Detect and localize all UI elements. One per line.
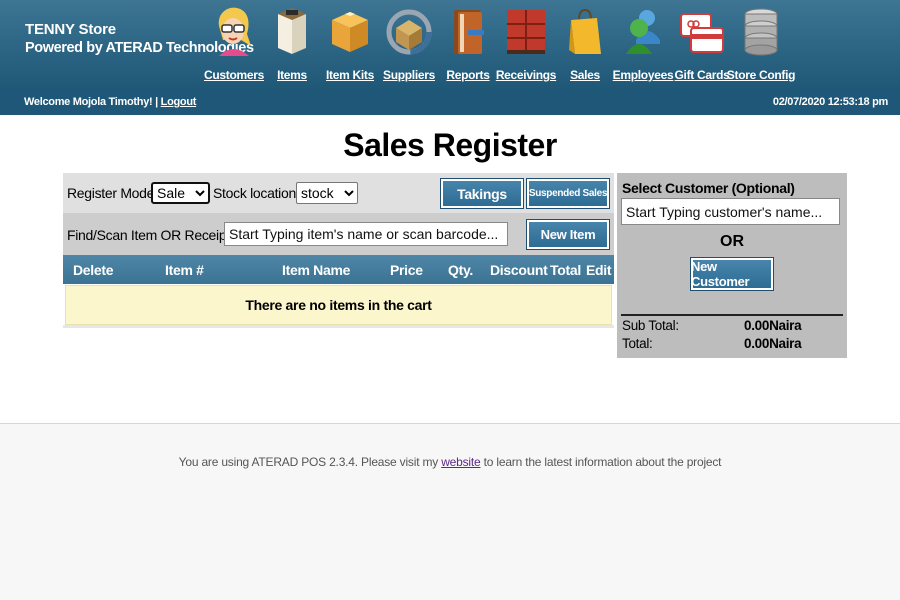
subtotal-value: 0.00Naira	[744, 318, 802, 333]
nav-label: Reports	[446, 68, 490, 82]
total-value: 0.00Naira	[744, 336, 802, 351]
column-header-total: Total	[550, 262, 581, 278]
receivings-icon	[503, 4, 549, 58]
footer-divider	[0, 423, 900, 424]
nav-label: Items	[277, 68, 307, 82]
register-mode-label: Register Mode	[67, 185, 155, 201]
employees-icon	[620, 4, 666, 58]
subtotal-label: Sub Total:	[622, 318, 679, 333]
page-title: Sales Register	[343, 127, 557, 163]
column-header-discount: Discount	[490, 262, 548, 278]
register-panel: Register Mode Sale Stock location stock …	[63, 173, 614, 328]
column-header-item-number: Item #	[165, 262, 204, 278]
nav-label: Gift Cards	[674, 68, 730, 82]
find-item-label: Find/Scan Item OR Receipt	[67, 227, 230, 243]
footer-text-prefix: You are using ATERAD POS 2.3.4. Please v…	[178, 455, 442, 469]
nav-label: Item Kits	[326, 68, 374, 82]
new-customer-button[interactable]: New Customer	[690, 257, 774, 291]
column-header-price: Price	[390, 262, 423, 278]
find-item-row: Find/Scan Item OR Receipt New Item	[63, 213, 614, 255]
totals-divider	[621, 314, 843, 316]
item-kits-icon	[327, 4, 373, 58]
gift-cards-icon	[679, 4, 725, 58]
cart-table-header: Delete Item # Item Name Price Qty. Disco…	[63, 255, 614, 284]
nav-sales[interactable]: Sales	[566, 4, 604, 86]
nav-label: Suppliers	[383, 68, 435, 82]
column-header-delete: Delete	[73, 262, 114, 278]
nav-suppliers[interactable]: Suppliers	[383, 4, 435, 86]
footer-text-suffix: to learn the latest information about th…	[480, 455, 722, 469]
nav-gift-cards[interactable]: Gift Cards	[675, 4, 730, 86]
website-link[interactable]: website	[441, 455, 480, 469]
nav-label: Customers	[204, 68, 264, 82]
or-separator: OR	[720, 233, 744, 250]
nav-customers[interactable]: Customers	[204, 4, 264, 86]
nav-store-config[interactable]: Store Config	[727, 4, 796, 86]
cart-empty-message: There are no items in the cart	[65, 285, 612, 325]
nav-label: Employees	[612, 68, 674, 82]
column-header-item-name: Item Name	[282, 262, 351, 278]
main-content: Sales Register Register Mode Sale Stock …	[0, 115, 900, 423]
current-datetime: 02/07/2020 12:53:18 pm	[772, 96, 888, 108]
customers-icon	[211, 4, 257, 58]
total-label: Total:	[622, 336, 653, 351]
register-mode-select[interactable]: Sale	[151, 182, 210, 204]
welcome-message: Welcome Mojola Timothy! | Logout	[24, 96, 196, 108]
nav-label: Sales	[570, 68, 600, 82]
suspended-sales-button[interactable]: Suspended Sales	[526, 178, 610, 209]
reports-icon	[445, 4, 491, 58]
column-header-qty: Qty.	[448, 262, 473, 278]
new-item-button[interactable]: New Item	[526, 219, 610, 250]
column-header-edit: Edit	[586, 262, 612, 278]
nav-label: Receivings	[495, 68, 557, 82]
stock-location-label: Stock location	[213, 185, 296, 201]
customer-search-input[interactable]	[621, 198, 840, 225]
welcome-text: Welcome Mojola Timothy! |	[24, 96, 161, 108]
footer: You are using ATERAD POS 2.3.4. Please v…	[0, 455, 900, 469]
takings-button[interactable]: Takings	[440, 178, 524, 209]
nav-label: Store Config	[726, 68, 796, 82]
store-name: TENNY Store	[25, 21, 116, 38]
nav-items[interactable]: Items	[272, 4, 312, 86]
item-search-input[interactable]	[224, 222, 508, 246]
store-config-icon	[738, 4, 784, 58]
nav-receivings[interactable]: Receivings	[496, 4, 556, 86]
items-icon	[269, 4, 315, 58]
nav-employees[interactable]: Employees	[613, 4, 674, 86]
register-mode-row: Register Mode Sale Stock location stock …	[63, 173, 614, 213]
logout-link[interactable]: Logout	[161, 96, 197, 108]
nav-reports[interactable]: Reports	[445, 4, 491, 86]
stock-location-select[interactable]: stock	[296, 182, 358, 204]
suppliers-icon	[386, 4, 432, 58]
sales-icon	[562, 4, 608, 58]
customer-panel: Select Customer (Optional) OR New Custom…	[617, 173, 847, 358]
welcome-bar: Welcome Mojola Timothy! | Logout 02/07/2…	[0, 90, 900, 115]
app-header: TENNY Store Powered by ATERAD Technologi…	[0, 0, 900, 90]
cart-bottom-border	[63, 325, 614, 328]
nav-item-kits[interactable]: Item Kits	[326, 4, 374, 86]
select-customer-title: Select Customer (Optional)	[622, 180, 795, 196]
